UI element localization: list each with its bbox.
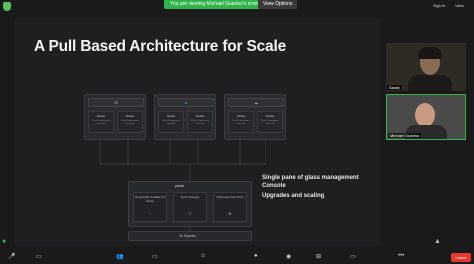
- cluster-card: Cluster Plural Deployment Operator: [228, 111, 254, 133]
- share-screen-icon[interactable]: ●: [254, 253, 258, 259]
- slide-title: A Pull Based Architecture for Scale: [34, 38, 286, 55]
- hub-card: Secret Manager ▽: [173, 192, 207, 222]
- cluster-card: Cluster Plural Deployment Operator: [187, 111, 213, 133]
- participant-video-tile-active[interactable]: Michael Guarino: [386, 94, 466, 140]
- cluster-icon: ▲: [184, 100, 188, 105]
- cluster-group: ▲ Cluster Plural Deployment Operator Clus…: [154, 94, 216, 140]
- meeting-toolbar: 🎤 ▭ 👥 ▭ ☺ ● ◉ ⊞ ▭ ••• Leave: [0, 250, 474, 264]
- chevron-up-icon[interactable]: ▲: [434, 238, 441, 245]
- participant-hair: [418, 47, 442, 59]
- participant-face: [415, 103, 435, 127]
- cluster-icon: ☁: [254, 100, 258, 105]
- cluster-card-title: Cluster: [265, 114, 275, 118]
- cluster-card: Cluster Plural Deployment Operator: [117, 111, 143, 133]
- architecture-diagram: ⊞ Cluster Plural Deployment Operator Clus…: [84, 94, 286, 244]
- whiteboard-icon[interactable]: ▭: [350, 253, 356, 260]
- speaking-mic-icon: ●: [2, 238, 7, 245]
- cluster-card-title: Cluster: [125, 114, 135, 118]
- cluster-card-title: Cluster: [166, 114, 176, 118]
- security-shield-icon[interactable]: [3, 2, 11, 11]
- cluster-card-title: Cluster: [96, 114, 106, 118]
- cluster-icon: ⊞: [114, 100, 118, 105]
- video-icon[interactable]: ▭: [36, 253, 42, 260]
- cluster-group-header: ⊞: [88, 98, 144, 107]
- participant-name: Michael Guarino: [388, 133, 422, 138]
- plural-hub-box: plural Dynamically Scalable Git Cache ◔ S…: [128, 181, 252, 227]
- git-modules-label: Git Modules: [179, 234, 197, 238]
- cluster-card: Cluster Plural Deployment Operator: [257, 111, 283, 133]
- leave-button[interactable]: Leave: [451, 253, 471, 262]
- cluster-card: Cluster Plural Deployment Operator: [88, 111, 114, 133]
- cluster-card-title: Cluster: [236, 114, 246, 118]
- view-link[interactable]: View: [455, 3, 464, 8]
- git-modules-bar: Git Modules: [128, 231, 252, 241]
- cluster-card-subtitle: Plural Deployment Operator: [261, 120, 279, 125]
- kubernetes-icon: ⎈: [228, 211, 232, 216]
- hub-card: Kubernetes Auth Proxy ⎈: [213, 192, 247, 222]
- cluster-card-title: Cluster: [195, 114, 205, 118]
- cluster-card-subtitle: Plural Deployment Operator: [162, 120, 180, 125]
- hub-card: Dynamically Scalable Git Cache ◔: [133, 192, 167, 222]
- cluster-card-subtitle: Plural Deployment Operator: [191, 120, 209, 125]
- cluster-group-header: ▲: [158, 98, 214, 107]
- participants-icon[interactable]: 👥: [116, 253, 123, 260]
- slide-bullet-console: Single pane of glass management Console: [262, 175, 359, 189]
- cluster-group-header: ☁: [228, 98, 284, 107]
- hub-card-title: Kubernetes Auth Proxy: [216, 196, 244, 199]
- hub-card-title: Dynamically Scalable Git Cache: [135, 196, 165, 203]
- more-icon[interactable]: •••: [398, 253, 404, 259]
- cluster-card-subtitle: Plural Deployment Operator: [92, 120, 110, 125]
- record-icon[interactable]: ◉: [286, 253, 291, 260]
- react-icon[interactable]: ☺: [200, 253, 206, 259]
- cluster-card-subtitle: Plural Deployment Operator: [232, 120, 250, 125]
- secret-manager-icon: ▽: [188, 211, 192, 216]
- cluster-group: ⊞ Cluster Plural Deployment Operator Clus…: [84, 94, 146, 140]
- zoom-window: You are viewing Michael Guarino's screen…: [0, 0, 474, 264]
- slide-bullet-upgrades: Upgrades and scaling: [262, 193, 325, 199]
- hub-card-title: Secret Manager: [180, 196, 200, 199]
- sign-in-link[interactable]: Sign in: [433, 3, 445, 8]
- top-bar: You are viewing Michael Guarino's screen…: [0, 0, 474, 12]
- cluster-card: Cluster Plural Deployment Operator: [158, 111, 184, 133]
- participant-body: [408, 75, 452, 91]
- mute-icon[interactable]: 🎤: [8, 253, 15, 260]
- apps-icon[interactable]: ⊞: [316, 253, 321, 260]
- participant-name: Sarah: [387, 85, 402, 90]
- chat-icon[interactable]: ▭: [152, 253, 158, 260]
- git-cache-icon: ◔: [148, 211, 152, 216]
- view-options-button[interactable]: View Options: [258, 0, 298, 9]
- screen-share-banner: You are viewing Michael Guarino's screen: [164, 0, 269, 9]
- cluster-card-subtitle: Plural Deployment Operator: [121, 120, 139, 125]
- shared-slide: A Pull Based Architecture for Scale ⊞ Cl…: [14, 18, 380, 246]
- cluster-group: ☁ Cluster Plural Deployment Operator Clus…: [224, 94, 286, 140]
- participant-video-tile[interactable]: Sarah: [386, 43, 466, 91]
- hub-label: plural: [175, 184, 184, 188]
